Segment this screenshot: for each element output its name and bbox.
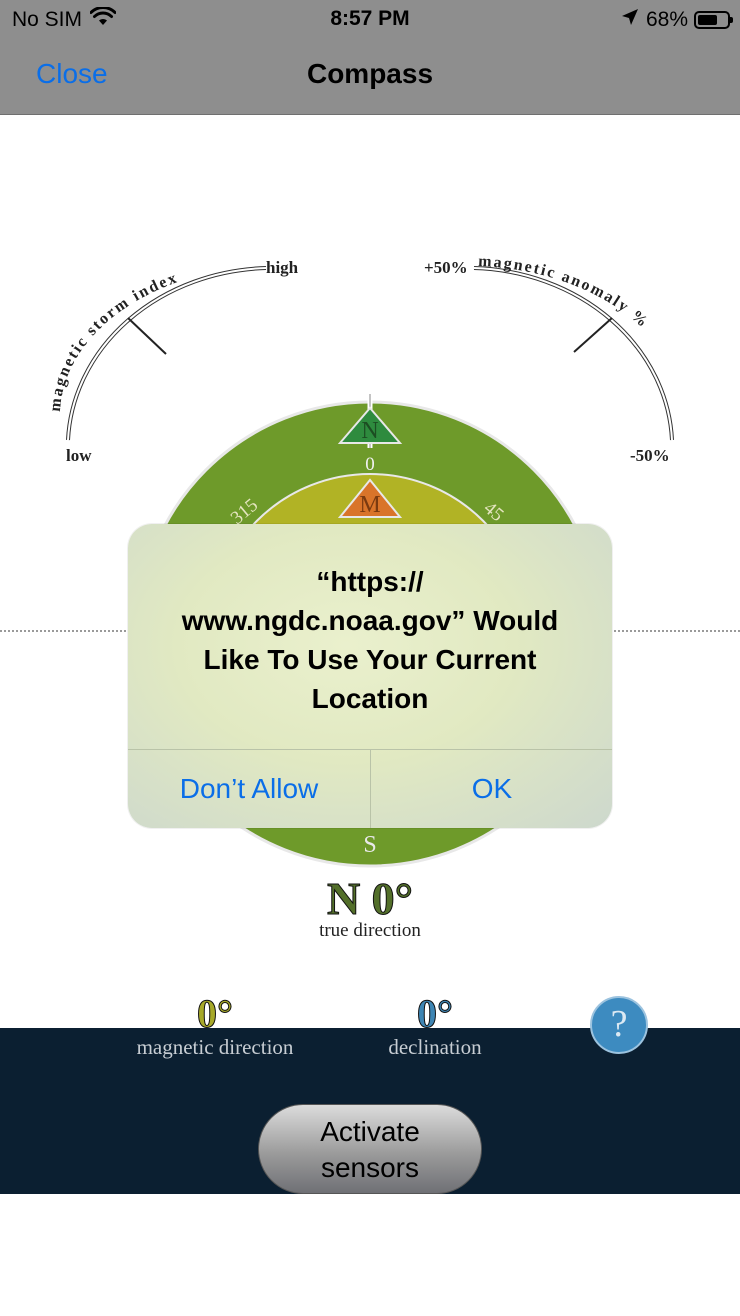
north-letter: N — [361, 418, 378, 444]
horizon-line-right — [614, 630, 740, 632]
alert-title-line: “https:// — [316, 566, 424, 597]
declination-value: 0° — [417, 991, 454, 1037]
south-letter: S — [363, 832, 376, 858]
help-button[interactable]: ? — [590, 996, 648, 1054]
ok-button[interactable]: OK — [371, 750, 612, 828]
magnetic-direction-value: 0° — [197, 991, 234, 1037]
anomaly-gauge: magnetic anomaly % — [473, 253, 674, 441]
activate-sensors-button[interactable]: Activate sensors — [258, 1104, 482, 1194]
tick-0: 0 — [365, 454, 375, 475]
dont-allow-button[interactable]: Don’t Allow — [128, 750, 370, 828]
alert-title: “https:// www.ngdc.noaa.gov” Would Like … — [156, 562, 584, 718]
alert-title-line: www.ngdc.noaa.gov” Would — [181, 605, 559, 636]
horizon-line-left — [0, 630, 126, 632]
location-permission-alert: “https:// www.ngdc.noaa.gov” Would Like … — [128, 524, 612, 828]
activate-label-line1: Activate — [320, 1116, 420, 1147]
true-direction-label: true direction — [319, 920, 421, 941]
alert-title-line: Like To Use Your Current — [203, 644, 537, 675]
storm-gauge: magnetic storm index — [47, 266, 267, 441]
storm-low-label: low — [66, 446, 92, 465]
anomaly-top-label: +50% — [424, 258, 468, 277]
declination-label: declination — [388, 1035, 482, 1059]
storm-high-label: high — [266, 258, 299, 277]
activate-label-line2: sensors — [320, 1152, 420, 1183]
magnetic-direction-label: magnetic direction — [136, 1035, 294, 1059]
storm-needle — [127, 317, 167, 355]
anomaly-gauge-title: magnetic anomaly % — [478, 253, 653, 332]
anomaly-needle — [573, 317, 613, 353]
true-direction-value: N 0° — [326, 873, 414, 925]
magnetic-letter: M — [359, 492, 380, 518]
storm-gauge-title: magnetic storm index — [47, 269, 181, 412]
anomaly-bottom-label: -50% — [630, 446, 670, 465]
alert-title-line: Location — [311, 683, 429, 714]
